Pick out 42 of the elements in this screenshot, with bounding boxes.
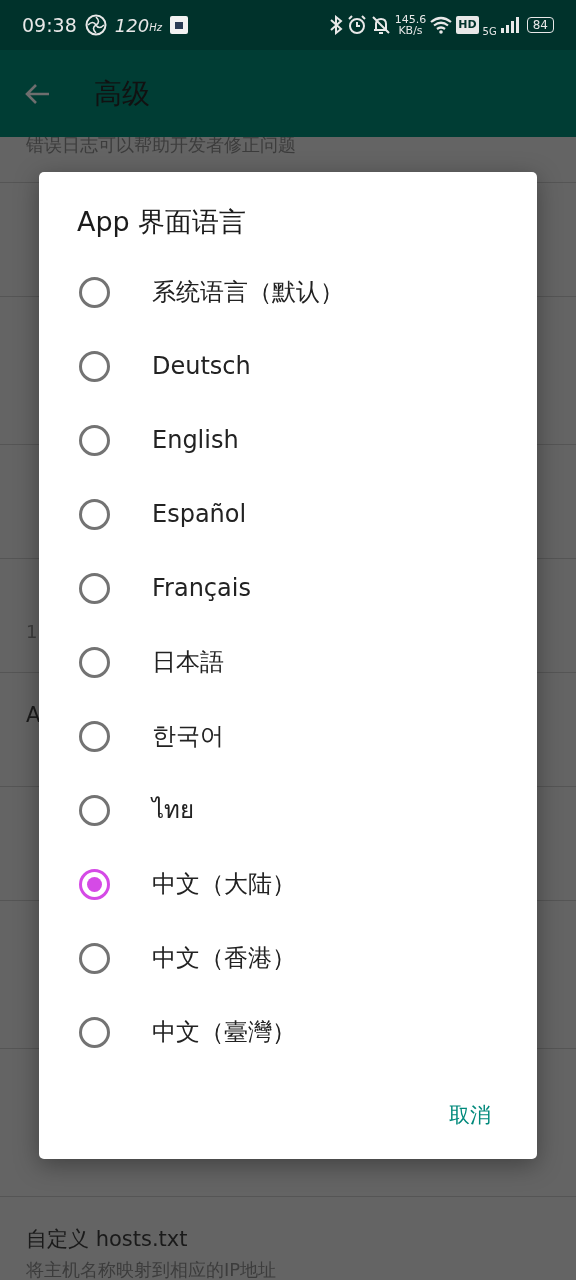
setting-title: A [26,702,42,729]
radio-button[interactable] [79,350,110,382]
back-arrow-icon[interactable] [24,82,50,105]
language-option[interactable]: Español [152,496,247,532]
battery-indicator: 84 [526,17,554,33]
wifi-icon [430,16,453,34]
alarm-icon [346,15,367,35]
fan-icon [84,14,107,36]
radio-button[interactable] [79,942,110,974]
language-option[interactable]: 中文（臺灣） [152,1014,296,1050]
language-option[interactable]: ไทย [152,792,194,828]
refresh-unit: Hz [149,22,162,35]
language-option[interactable]: 中文（大陆） [152,866,296,902]
refresh-rate: 120 [114,13,150,38]
radio-button[interactable] [79,794,110,826]
bell-off-icon [370,15,391,35]
cancel-button[interactable]: 取消 [427,1091,513,1139]
radio-button[interactable] [79,720,110,752]
radio-button[interactable] [79,424,110,456]
language-option[interactable]: 系统语言（默认） [152,274,344,310]
radio-button[interactable] [79,276,110,308]
radio-button[interactable] [79,1016,110,1048]
setting-title: 自定义 hosts.txt [26,1226,189,1253]
signal-icon [500,17,519,33]
radio-button[interactable] [79,498,110,530]
bluetooth-icon [328,15,343,35]
language-option[interactable]: 中文（香港） [152,940,296,976]
net-speed: 145.6 [394,14,427,25]
hd-badge: HD [456,15,479,35]
app-icon [169,16,188,34]
net-unit: KB/s [397,25,424,36]
language-option[interactable]: Français [152,570,251,606]
language-option[interactable]: English [152,422,239,458]
dialog-title: App 界面语言 [76,205,248,239]
language-option[interactable]: Deutsch [152,348,251,384]
radio-button[interactable] [79,868,110,900]
clock: 09:38 [22,12,77,38]
language-option[interactable]: 한국어 [152,718,224,754]
network-type: 5G [482,24,497,39]
radio-button[interactable] [79,646,110,678]
language-option[interactable]: 日本語 [152,644,224,680]
radio-button[interactable] [79,572,110,604]
